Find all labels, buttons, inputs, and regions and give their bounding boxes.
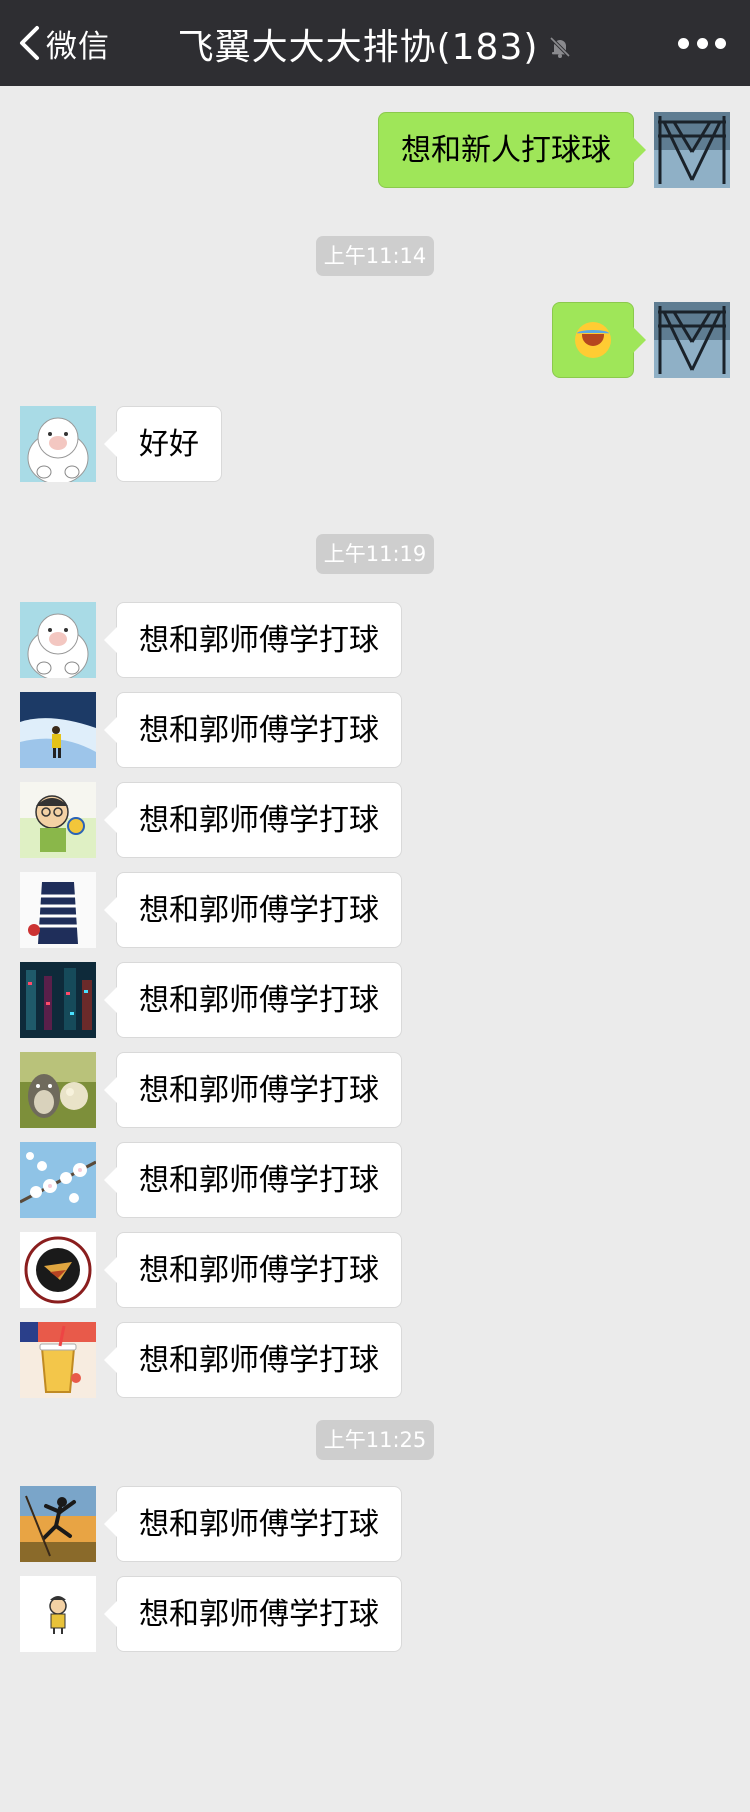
message-row: 想和郭师傅学打球 [0, 1486, 750, 1562]
message-bubble[interactable]: 想和郭师傅学打球 [104, 1486, 402, 1562]
timestamp: 上午11:19 [316, 534, 434, 574]
university-seal-avatar[interactable] [20, 1232, 96, 1308]
timestamp: 上午11:14 [316, 236, 434, 276]
message-text: 想和郭师傅学打球 [139, 893, 379, 928]
chat-title-wrap: 飞翼大大大排协(183) [0, 18, 750, 70]
message-row: 想和郭师傅学打球 [0, 1232, 750, 1308]
more-dots-icon[interactable] [678, 28, 726, 58]
message-text: 想和郭师傅学打球 [139, 1073, 379, 1108]
message-row: 想和新人打球球 [0, 112, 750, 188]
message-bubble[interactable]: 好好 [104, 406, 222, 482]
drink-cup-avatar[interactable] [20, 1322, 96, 1398]
volleyball-cartoon-avatar[interactable] [20, 782, 96, 858]
neon-city-avatar[interactable] [20, 962, 96, 1038]
message-text: 想和郭师傅学打球 [139, 1253, 379, 1288]
message-text: 想和郭师傅学打球 [139, 1343, 379, 1378]
message-text: 想和郭师傅学打球 [139, 983, 379, 1018]
message-bubble[interactable]: 想和郭师傅学打球 [104, 1576, 402, 1652]
nav-bar: 微信 飞翼大大大排协(183) [0, 0, 750, 86]
message-text: 想和郭师傅学打球 [139, 1163, 379, 1198]
message-bubble[interactable]: 想和郭师傅学打球 [104, 1052, 402, 1128]
message-text: 想和郭师傅学打球 [139, 803, 379, 838]
message-bubble[interactable] [552, 302, 646, 378]
message-bubble[interactable]: 想和郭师傅学打球 [104, 782, 402, 858]
message-bubble[interactable]: 想和郭师傅学打球 [104, 1232, 402, 1308]
striped-shirt-avatar[interactable] [20, 872, 96, 948]
steel-structure-avatar[interactable] [654, 112, 730, 188]
totoro-avatar[interactable] [20, 1052, 96, 1128]
polar-bear-avatar[interactable] [20, 406, 96, 482]
message-text: 想和郭师傅学打球 [139, 1507, 379, 1542]
message-bubble[interactable]: 想和新人打球球 [378, 112, 646, 188]
message-bubble[interactable]: 想和郭师傅学打球 [104, 602, 402, 678]
message-row: 好好 [0, 406, 750, 482]
laughing-crying-emoji-icon [575, 321, 611, 358]
message-row: 想和郭师傅学打球 [0, 872, 750, 948]
polar-bear-avatar[interactable] [20, 602, 96, 678]
message-bubble[interactable]: 想和郭师傅学打球 [104, 692, 402, 768]
message-bubble[interactable]: 想和郭师傅学打球 [104, 1142, 402, 1218]
snow-hiker-avatar[interactable] [20, 692, 96, 768]
bell-slash-icon [550, 36, 571, 58]
message-row: 想和郭师傅学打球 [0, 962, 750, 1038]
steel-structure-avatar[interactable] [654, 302, 730, 378]
message-bubble[interactable]: 想和郭师傅学打球 [104, 962, 402, 1038]
message-text: 好好 [139, 427, 199, 462]
message-row: 想和郭师傅学打球 [0, 1322, 750, 1398]
message-bubble[interactable]: 想和郭师傅学打球 [104, 1322, 402, 1398]
cherry-blossom-avatar[interactable] [20, 1142, 96, 1218]
message-text: 想和新人打球球 [401, 133, 611, 168]
message-row: 想和郭师傅学打球 [0, 692, 750, 768]
chat-area[interactable]: 想和新人打球球上午11:14 好好上午11:19 想和郭师傅学打球 想和郭师傅学打球想… [0, 86, 750, 1812]
sunset-jumper-avatar[interactable] [20, 1486, 96, 1562]
message-row: 想和郭师傅学打球 [0, 602, 750, 678]
message-row: 想和郭师傅学打球 [0, 1576, 750, 1652]
message-text: 想和郭师傅学打球 [139, 1597, 379, 1632]
message-row: 想和郭师傅学打球 [0, 1142, 750, 1218]
message-text: 想和郭师傅学打球 [139, 713, 379, 748]
small-cartoon-avatar[interactable] [20, 1576, 96, 1652]
message-row: 想和郭师傅学打球 [0, 1052, 750, 1128]
message-row [0, 302, 750, 378]
message-text: 想和郭师傅学打球 [139, 623, 379, 658]
chat-title: 飞翼大大大排协(183) [177, 27, 539, 68]
message-row: 想和郭师傅学打球 [0, 782, 750, 858]
timestamp: 上午11:25 [316, 1420, 434, 1460]
message-bubble[interactable]: 想和郭师傅学打球 [104, 872, 402, 948]
